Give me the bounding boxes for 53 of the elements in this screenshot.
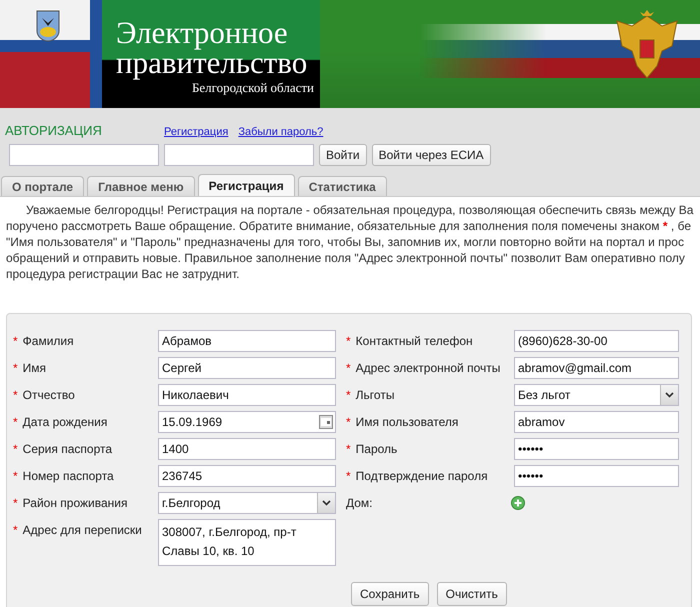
field-label: * Подтверждение пароля <box>346 468 489 483</box>
field-label: * Имя пользователя <box>346 414 460 429</box>
field-label: * Адрес электронной почты <box>346 360 502 375</box>
field-label: * Номер паспорта <box>13 468 115 483</box>
tab[interactable]: Главное меню <box>87 176 195 196</box>
calendar-icon[interactable] <box>319 415 333 429</box>
auth-heading: АВТОРИЗАЦИЯ <box>5 123 103 138</box>
form-button[interactable]: Сохранить <box>351 582 429 606</box>
login-button[interactable]: Войти <box>319 144 367 166</box>
input-field[interactable]: Абрамов <box>158 330 336 352</box>
site-title: Электронное правительство Белгородской области <box>102 0 320 108</box>
input-field[interactable]: (8960)628-30-00 <box>514 330 679 352</box>
caret-icon <box>665 392 674 398</box>
auth-link[interactable]: Регистрация <box>164 126 228 138</box>
field-label: * Контактный телефон <box>346 333 474 348</box>
intro-text: процедура регистрации Вас не затруднит. <box>6 266 240 282</box>
field-label: * Имя <box>13 360 48 375</box>
field-label: * Отчество <box>13 387 76 402</box>
dropdown[interactable]: г.Белгород <box>158 492 336 514</box>
field-label: * Район проживания <box>13 495 128 510</box>
field-label: * Льготы <box>346 387 396 402</box>
intro-text: обращений и отправить новые. Правильное заполнение поля "Адрес электронной почты" позволит Вам оперативно полу <box>6 250 685 266</box>
text-area[interactable]: 308007, г.Белгород, пр-т Славы 10, кв. 10 <box>158 519 336 566</box>
login-field[interactable] <box>9 144 159 166</box>
field-label: Дом: <box>346 495 374 510</box>
field-label: * Серия паспорта <box>13 441 114 456</box>
input-field[interactable]: abramov <box>514 411 679 433</box>
field-label: * Адрес для переписки <box>13 522 143 537</box>
password-field[interactable]: •••••• <box>514 438 679 460</box>
tab[interactable]: Статистика <box>298 176 387 196</box>
add-icon[interactable] <box>511 496 525 510</box>
tab[interactable]: Регистрация <box>198 174 295 196</box>
tab[interactable]: О портале <box>1 176 84 196</box>
auth-link[interactable]: Забыли пароль? <box>238 126 324 138</box>
input-field[interactable]: Сергей <box>158 357 336 379</box>
input-field[interactable]: Николаевич <box>158 384 336 406</box>
login-button[interactable]: Войти через ЕСИА <box>372 144 491 166</box>
coat-of-arms-icon <box>36 10 60 42</box>
caret-icon <box>322 500 331 506</box>
input-field[interactable]: abramov@gmail.com <box>514 357 679 379</box>
input-field[interactable]: 1400 <box>158 438 336 460</box>
dropdown[interactable]: Без льгот <box>514 384 679 406</box>
field-label: * Дата рождения <box>13 414 108 429</box>
field-label: * Фамилия <box>13 333 75 348</box>
field-label: * Пароль <box>346 441 398 456</box>
form-button[interactable]: Очистить <box>436 582 507 606</box>
input-field[interactable]: 236745 <box>158 465 336 487</box>
password-field[interactable] <box>164 144 314 166</box>
intro-text: Уважаемые белгородцы! Регистрация на портале - обязательная процедура, позволяющая обеспечить связь между Ва <box>25 202 694 218</box>
password-field[interactable]: •••••• <box>514 465 679 487</box>
intro-text: поручено рассмотреть Ваше обращение. Обратите внимание, обязательные для заполнения поля помечены знаком * , бе <box>6 218 692 234</box>
intro-text: "Имя пользователя" и "Пароль" предназначены для того, чтобы Вы, запомнив их, могли повторно войти на портал и прос <box>6 234 684 250</box>
date-field[interactable]: 15.09.1969 <box>158 411 336 433</box>
